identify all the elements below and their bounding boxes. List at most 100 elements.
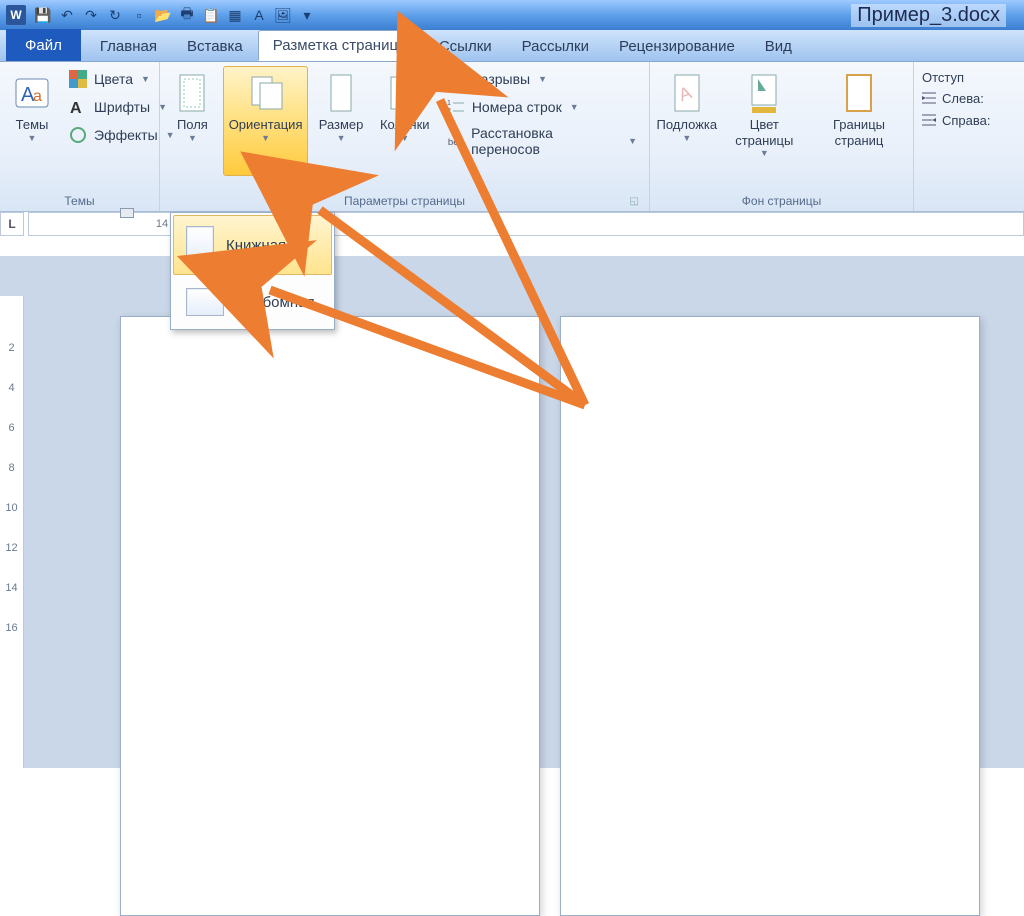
themes-icon: Aa (12, 71, 52, 115)
watermark-button[interactable]: A Подложка ▼ (656, 66, 718, 176)
watermark-icon: A (667, 71, 707, 115)
document-workspace: L 14 16 18 20 22 24 2 4 6 8 10 12 14 16 (0, 256, 1024, 768)
svg-text:bē: bē (448, 137, 459, 148)
ruler-tick: 10 (5, 502, 17, 542)
ruler-tick: 4 (8, 382, 14, 422)
margins-button[interactable]: Поля ▼ (166, 66, 219, 176)
landscape-icon (186, 288, 224, 316)
size-icon (321, 71, 361, 115)
orientation-dropdown: Книжная Альбомная (170, 212, 335, 330)
columns-button[interactable]: Колонки ▼ (374, 66, 436, 176)
print-icon[interactable]: 🖶 (176, 4, 198, 26)
ruler-tick: 16 (5, 622, 17, 662)
tab-review[interactable]: Рецензирование (604, 31, 750, 61)
indent-marker[interactable] (120, 208, 134, 218)
indent-right-row[interactable]: Справа: (920, 111, 1018, 129)
dialog-launcher-icon[interactable]: ◱ (630, 196, 639, 207)
refresh-icon[interactable]: ↻ (104, 4, 126, 26)
chevron-down-icon: ▼ (337, 133, 346, 143)
tab-mailings[interactable]: Рассылки (507, 31, 604, 61)
page-borders-label: Границы страниц (818, 117, 900, 148)
watermark-label: Подложка (657, 117, 718, 133)
chevron-down-icon: ▼ (682, 133, 691, 143)
table-icon[interactable]: ▦ (224, 4, 246, 26)
document-pages (120, 316, 980, 916)
ruler-tick: 2 (8, 342, 14, 382)
paste-icon[interactable]: 📋 (200, 4, 222, 26)
page-color-button[interactable]: Цвет страницы ▼ (722, 66, 807, 176)
ruler-tick: 8 (8, 462, 14, 502)
fonts-icon: A (68, 97, 88, 117)
svg-text:A: A (70, 100, 82, 117)
line-numbers-button[interactable]: 12 Номера строк ▼ (440, 94, 643, 120)
hyphenation-icon: bē (446, 131, 465, 151)
new-icon[interactable]: ▫ (128, 4, 150, 26)
svg-text:1: 1 (447, 100, 451, 107)
svg-text:2: 2 (447, 108, 451, 115)
size-label: Размер (319, 117, 364, 133)
tab-selector-icon[interactable]: L (0, 212, 24, 236)
fonts-label: Шрифты (94, 99, 150, 115)
vertical-ruler[interactable]: 2 4 6 8 10 12 14 16 (0, 296, 24, 768)
chevron-down-icon: ▼ (141, 74, 150, 84)
orientation-label: Ориентация (229, 117, 303, 133)
breaks-button[interactable]: Разрывы ▼ (440, 66, 643, 92)
chevron-down-icon: ▼ (538, 74, 547, 84)
indent-left-row[interactable]: Слева: (920, 89, 1018, 107)
tab-view[interactable]: Вид (750, 31, 807, 61)
tab-insert[interactable]: Вставка (172, 31, 258, 61)
group-label-page-setup-text: Параметры страницы (344, 194, 465, 208)
orientation-landscape-label: Альбомная (236, 294, 315, 311)
line-numbers-icon: 12 (446, 97, 466, 117)
colors-icon (68, 69, 88, 89)
group-label-page-setup: Параметры страницы ◱ (166, 191, 643, 211)
indent-heading: Отступ (920, 70, 1018, 85)
font-icon[interactable]: A (248, 4, 270, 26)
orientation-icon (246, 71, 286, 115)
word-app-icon: W (6, 5, 26, 25)
redo-icon[interactable]: ↷ (80, 4, 102, 26)
ruler-tick: 12 (5, 542, 17, 582)
document-page[interactable] (560, 316, 980, 916)
tab-file[interactable]: Файл (6, 29, 81, 61)
save-icon[interactable]: 💾 (32, 4, 54, 26)
open-icon[interactable]: 📂 (152, 4, 174, 26)
tab-references[interactable]: Ссылки (424, 31, 507, 61)
group-page-setup: Поля ▼ Ориентация ▼ Размер ▼ (160, 62, 650, 211)
chevron-down-icon: ▼ (28, 133, 37, 143)
indent-left-label: Слева: (942, 91, 984, 106)
margins-icon (172, 71, 212, 115)
image-icon[interactable]: 🖼 (272, 4, 294, 26)
ribbon: Aa Темы ▼ Цвета ▼ A Шрифты (0, 62, 1024, 212)
ribbon-tabs: Файл Главная Вставка Разметка страницы С… (0, 30, 1024, 62)
page-color-icon (744, 71, 784, 115)
chevron-down-icon: ▼ (261, 133, 270, 143)
chevron-down-icon: ▼ (188, 133, 197, 143)
qat-more-icon[interactable]: ▾ (296, 4, 318, 26)
tab-page-layout[interactable]: Разметка страницы (258, 30, 424, 61)
document-page[interactable] (120, 316, 540, 916)
group-page-background: A Подложка ▼ Цвет страницы ▼ Границы стр… (650, 62, 914, 211)
hyphenation-button[interactable]: bē Расстановка переносов ▼ (440, 122, 643, 160)
orientation-portrait[interactable]: Книжная (173, 215, 332, 275)
group-themes: Aa Темы ▼ Цвета ▼ A Шрифты (0, 62, 160, 211)
effects-icon (68, 125, 88, 145)
effects-label: Эффекты (94, 127, 158, 143)
undo-icon[interactable]: ↶ (56, 4, 78, 26)
chevron-down-icon: ▼ (570, 102, 579, 112)
size-button[interactable]: Размер ▼ (312, 66, 369, 176)
themes-button[interactable]: Aa Темы ▼ (6, 66, 58, 176)
columns-label: Колонки (380, 117, 430, 133)
title-bar: W 💾 ↶ ↷ ↻ ▫ 📂 🖶 📋 ▦ A 🖼 ▾ Пример_3.docx (0, 0, 1024, 30)
orientation-button[interactable]: Ориентация ▼ (223, 66, 309, 176)
columns-icon (385, 71, 425, 115)
page-borders-button[interactable]: Границы страниц (811, 66, 907, 176)
chevron-down-icon: ▼ (760, 148, 769, 158)
page-color-label: Цвет страницы (729, 117, 800, 148)
breaks-icon (446, 69, 466, 89)
indent-left-icon (920, 89, 938, 107)
indent-right-icon (920, 111, 938, 129)
orientation-landscape[interactable]: Альбомная (173, 277, 332, 327)
tab-home[interactable]: Главная (85, 31, 172, 61)
hyphenation-label: Расстановка переносов (471, 125, 620, 157)
